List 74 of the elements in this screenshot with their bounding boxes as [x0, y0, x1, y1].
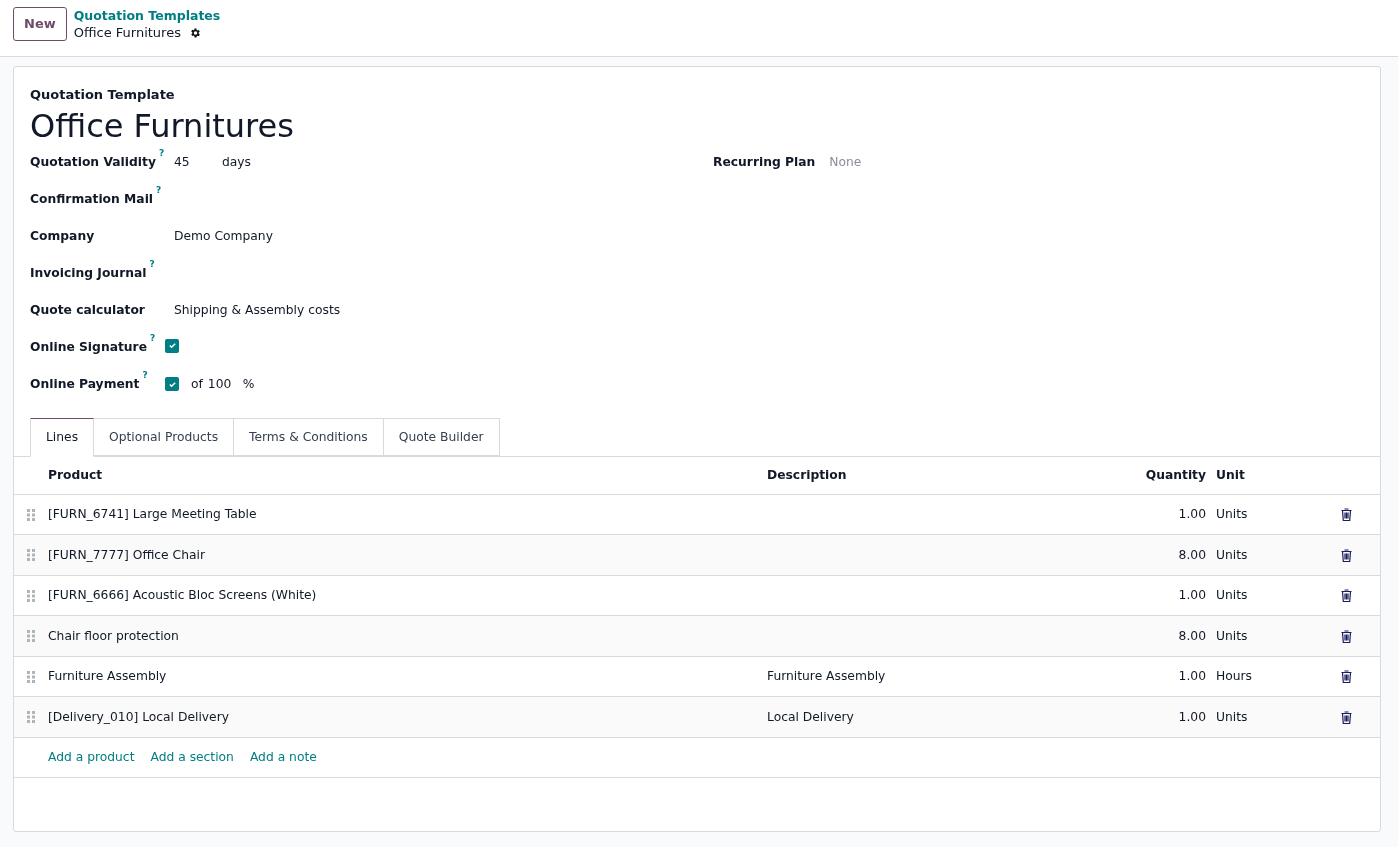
- drag-handle-icon[interactable]: [27, 670, 35, 683]
- unit-cell: Units: [1216, 547, 1248, 562]
- tab[interactable]: Lines: [30, 417, 95, 457]
- quantity-cell: 8.00: [1178, 628, 1206, 643]
- percent-sign: %: [242, 375, 255, 393]
- drag-handle-icon[interactable]: [27, 711, 35, 724]
- add-link[interactable]: Add a product: [48, 748, 135, 767]
- checkbox[interactable]: [165, 338, 179, 353]
- field-label: Online Signature: [30, 339, 147, 354]
- quantity-cell: 1.00: [1178, 669, 1206, 684]
- tab[interactable]: Optional Products: [94, 417, 235, 456]
- field-label: Company: [30, 227, 96, 245]
- field-label: Quotation Validity: [30, 154, 156, 169]
- unit-cell: Hours: [1216, 669, 1253, 684]
- trash-icon[interactable]: [1340, 589, 1352, 603]
- product-cell-text: [Delivery_010] Local Delivery: [48, 708, 230, 726]
- percent-field[interactable]: 100: [207, 374, 243, 393]
- column-header: Description: [767, 467, 848, 485]
- product-cell-text: Furniture Assembly: [48, 668, 168, 686]
- quantity-cell: 1.00: [1178, 709, 1206, 724]
- column-header: Quantity: [1144, 467, 1206, 485]
- trash-icon[interactable]: [1340, 548, 1352, 562]
- description-cell: Furniture Assembly: [767, 669, 886, 684]
- field-label: Confirmation Mail: [30, 191, 154, 206]
- help-icon[interactable]: ?: [149, 258, 155, 269]
- field-label: Invoicing Journal: [30, 265, 147, 280]
- column-header: Unit: [1215, 467, 1246, 485]
- trash-icon[interactable]: [1340, 508, 1352, 522]
- breadcrumb-link[interactable]: Quotation Templates: [73, 7, 221, 24]
- add-link[interactable]: Add a section: [150, 748, 234, 767]
- help-icon[interactable]: ?: [142, 369, 148, 380]
- number-field[interactable]: 45: [174, 152, 222, 171]
- field-value: Demo Company: [174, 227, 273, 245]
- unit-label: days: [222, 153, 252, 171]
- check-icon: [167, 341, 177, 350]
- drag-handle-icon[interactable]: [27, 589, 35, 602]
- quantity-cell: 8.00: [1178, 547, 1206, 562]
- check-icon: [167, 379, 177, 389]
- help-icon[interactable]: ?: [150, 332, 156, 343]
- unit-cell: Units: [1216, 628, 1248, 643]
- unit-cell: Units: [1216, 588, 1248, 603]
- field-value: Shipping & Assembly costs: [174, 301, 341, 319]
- checkbox[interactable]: [165, 377, 179, 392]
- description-cell: Local Delivery: [767, 709, 854, 724]
- add-link[interactable]: Add a note: [249, 748, 317, 767]
- unit-cell: Units: [1216, 507, 1248, 522]
- field-label: Quote calculator: [30, 301, 146, 319]
- unit-cell: Units: [1216, 709, 1248, 724]
- trash-icon[interactable]: [1340, 670, 1352, 684]
- drag-handle-icon[interactable]: [27, 630, 35, 643]
- field-label: Recurring Plan: [713, 153, 816, 171]
- field-placeholder[interactable]: None: [829, 152, 862, 171]
- field-label: Online Payment: [30, 376, 140, 391]
- column-header: Product: [48, 467, 104, 485]
- product-cell-text: [FURN_7777] Office Chair: [48, 546, 206, 564]
- prefix-label: of: [191, 375, 203, 393]
- drag-handle-icon[interactable]: [27, 549, 35, 562]
- quantity-cell: 1.00: [1178, 588, 1206, 603]
- help-icon[interactable]: ?: [158, 147, 165, 158]
- tab[interactable]: Terms & Conditions: [234, 417, 384, 456]
- new-button[interactable]: New: [13, 7, 67, 41]
- drag-handle-icon[interactable]: [27, 508, 35, 521]
- product-cell-text: Chair floor protection: [48, 627, 180, 645]
- record-title: Office Furnitures: [30, 106, 295, 145]
- product-cell-text: [FURN_6666] Acoustic Bloc Screens (White): [48, 587, 318, 605]
- tab[interactable]: Quote Builder: [383, 417, 500, 456]
- record-name: Office Furnitures: [73, 24, 181, 41]
- quantity-cell: 1.00: [1178, 507, 1206, 522]
- form-label: Quotation Template: [30, 86, 176, 104]
- settings-icon[interactable]: [188, 26, 201, 39]
- trash-icon[interactable]: [1340, 710, 1352, 724]
- trash-icon[interactable]: [1340, 629, 1352, 643]
- help-icon[interactable]: ?: [156, 184, 162, 195]
- product-cell-text: [FURN_6741] Large Meeting Table: [48, 506, 258, 524]
